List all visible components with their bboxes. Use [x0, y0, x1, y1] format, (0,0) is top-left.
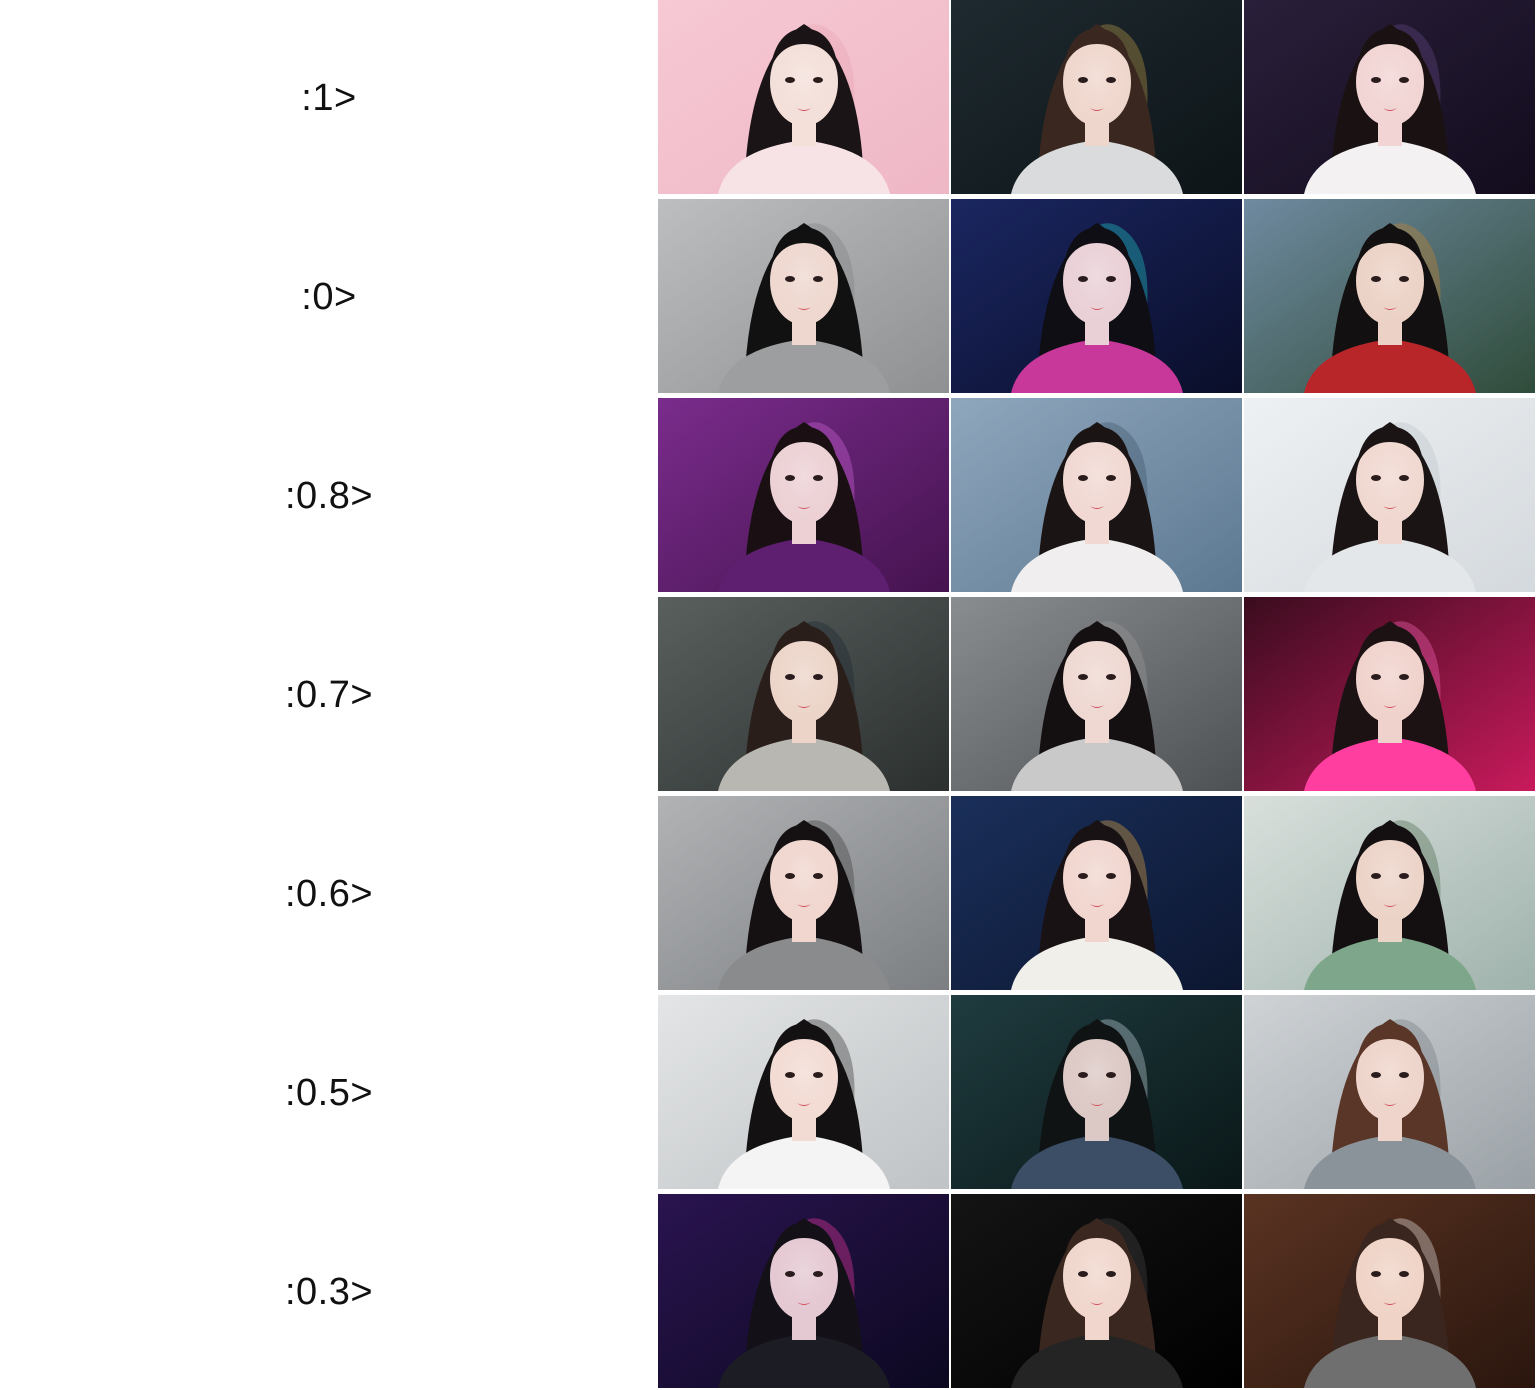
grid-row: :0.3> [0, 1194, 1536, 1390]
generated-image-portrait-neon-cyan-magenta [951, 199, 1242, 393]
row-label: :1> [301, 76, 357, 119]
generated-image-portrait-flowing-hair-grey-blouse [1244, 995, 1535, 1189]
grid-row: :0.8> [0, 398, 1536, 594]
grid-row: :0.5> [0, 995, 1536, 1191]
grid-row: :0> [0, 199, 1536, 395]
row-label: :0.5> [284, 1071, 374, 1114]
generated-image-portrait-brown-room-grey-blazer [1244, 1194, 1535, 1388]
generated-image-portrait-white-sheer-blouse [1244, 398, 1535, 592]
generated-image-portrait-grey-studio [951, 597, 1242, 791]
generated-image-woman-in-red-at-temple-by-lake [1244, 199, 1535, 393]
generated-image-portrait-neon-wings [658, 1194, 949, 1388]
generated-image-portrait-carousel-lights [951, 796, 1242, 990]
generated-image-portrait-grey-sweater [658, 199, 949, 393]
generated-image-portrait-grey-knit-jacket [658, 796, 949, 990]
generated-image-woman-green-dress-by-window [1244, 796, 1535, 990]
comparison-grid: :1> :0> :0.8> :0.7> :0.6> :0.5> :0.3> [0, 0, 1536, 1388]
generated-image-portrait-dark-forest-moon [951, 995, 1242, 1189]
row-label: :0> [301, 275, 357, 318]
generated-image-portrait-black-background-leather [951, 1194, 1242, 1388]
row-label: :0.7> [284, 673, 374, 716]
generated-image-portrait-white-shirt-bob-hair [658, 995, 949, 1189]
generated-image-portrait-pink-background [658, 0, 949, 194]
grid-row: :0.7> [0, 597, 1536, 793]
generated-image-portrait-dark-teal-with-golden-feather [951, 0, 1242, 194]
grid-row: :0.6> [0, 796, 1536, 992]
generated-image-portrait-subway-grey-coat [658, 597, 949, 791]
grid-row: :1> [0, 0, 1536, 196]
row-label: :0.6> [284, 872, 374, 915]
generated-image-portrait-purple-fabric [658, 398, 949, 592]
generated-image-portrait-neon-pink-diner [1244, 597, 1535, 791]
row-label: :0.8> [284, 474, 374, 517]
generated-image-portrait-blue-grey-background [951, 398, 1242, 592]
row-label: :0.3> [284, 1270, 374, 1313]
generated-image-portrait-dark-purple-background [1244, 0, 1535, 194]
